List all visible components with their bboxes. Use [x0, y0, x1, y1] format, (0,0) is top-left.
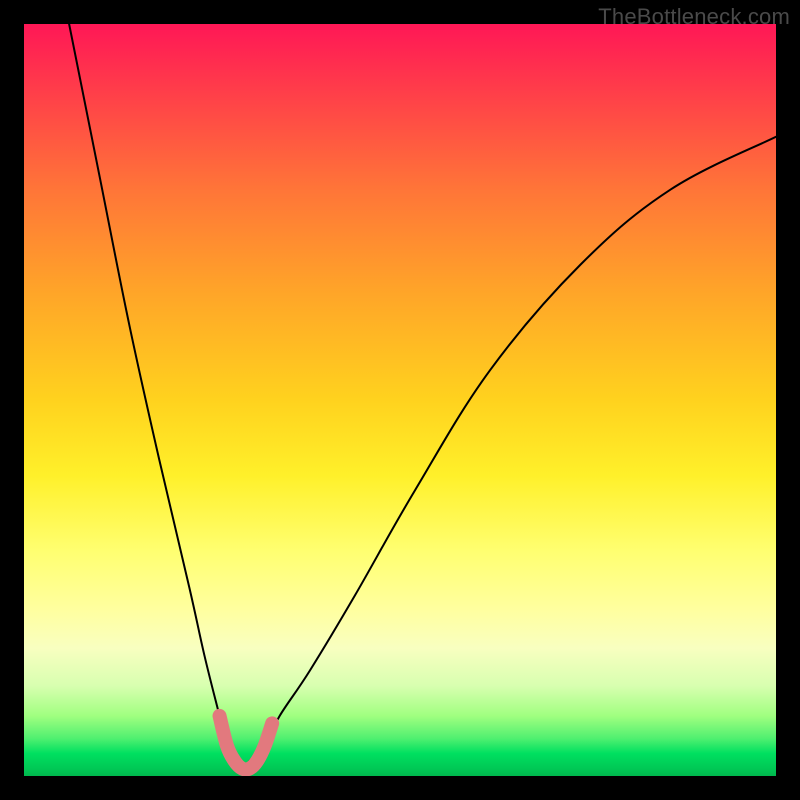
chart-plot-area	[24, 24, 776, 776]
bottleneck-curve-svg	[24, 24, 776, 776]
watermark-label: TheBottleneck.com	[598, 4, 790, 30]
bottleneck-curve	[69, 24, 776, 768]
highlight-band	[220, 716, 273, 770]
